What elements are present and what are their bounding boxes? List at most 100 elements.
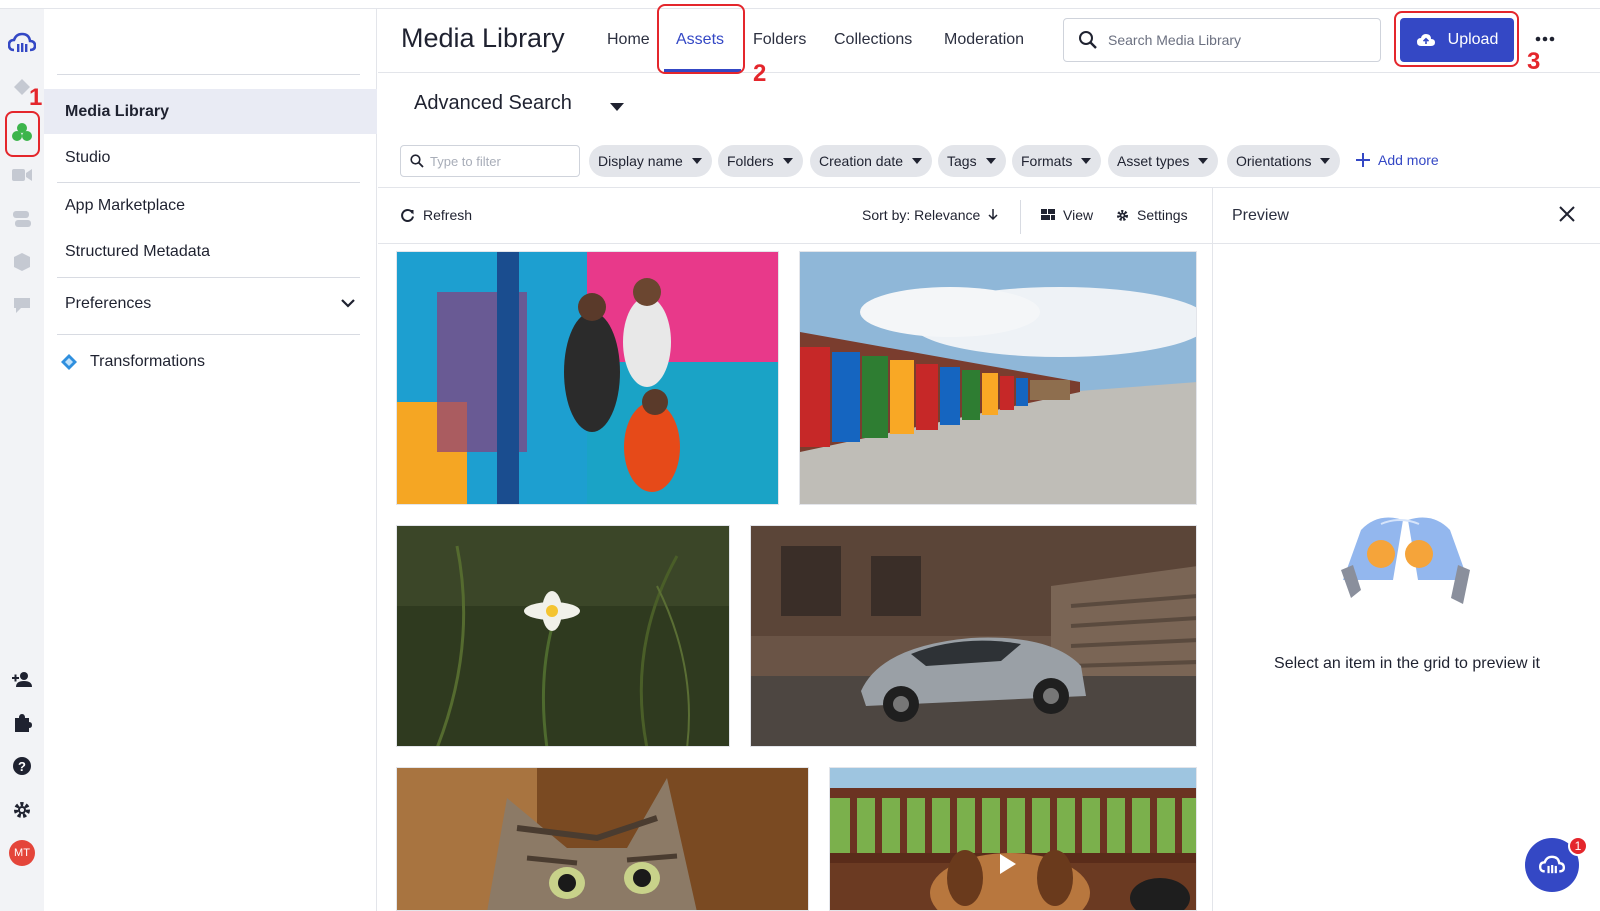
video-icon[interactable] bbox=[8, 161, 36, 189]
sidebar-item-label: Media Library bbox=[65, 102, 170, 120]
binoculars-illustration bbox=[1323, 510, 1488, 615]
caret-down-icon bbox=[1081, 158, 1092, 164]
gear-icon bbox=[1117, 209, 1128, 221]
sidebar-divider bbox=[57, 334, 360, 335]
settings-label: Settings bbox=[1137, 207, 1188, 223]
caret-down-icon bbox=[691, 158, 702, 164]
annotation-number-3: 3 bbox=[1527, 48, 1541, 75]
transformations-icon bbox=[60, 353, 78, 371]
filter-chip-creation-date[interactable]: Creation date bbox=[810, 145, 933, 177]
chat-icon[interactable] bbox=[8, 291, 36, 319]
tab-home[interactable]: Home bbox=[607, 31, 650, 49]
annotation-box-2 bbox=[657, 4, 745, 74]
asset-thumbnail-daisy[interactable] bbox=[396, 525, 730, 747]
search-icon bbox=[1078, 30, 1098, 50]
advanced-search-title[interactable]: Advanced Search bbox=[414, 92, 572, 115]
preview-empty-message: Select an item in the grid to preview it bbox=[1274, 655, 1540, 672]
filter-box bbox=[400, 145, 580, 177]
chip-label: Formats bbox=[1021, 153, 1073, 169]
tab-moderation[interactable]: Moderation bbox=[944, 31, 1024, 49]
annotation-number-1: 1 bbox=[29, 84, 43, 111]
caret-down-icon bbox=[985, 158, 996, 164]
tab-folders[interactable]: Folders bbox=[753, 31, 806, 49]
annotation-number-2: 2 bbox=[753, 60, 767, 87]
filter-chip-formats[interactable]: Formats bbox=[1012, 145, 1102, 177]
tab-collections[interactable]: Collections bbox=[834, 31, 912, 49]
cloudinary-logo-icon bbox=[1539, 855, 1565, 874]
search-icon bbox=[410, 154, 424, 168]
search-input[interactable] bbox=[1108, 32, 1368, 48]
sidebar-item-preferences[interactable]: Preferences bbox=[44, 281, 377, 326]
more-options-icon[interactable] bbox=[1533, 31, 1557, 47]
chip-label: Folders bbox=[727, 153, 774, 169]
sort-button[interactable]: Sort by: Relevance bbox=[862, 207, 998, 223]
notification-badge: 1 bbox=[1568, 836, 1588, 856]
play-icon[interactable] bbox=[998, 852, 1018, 876]
gear-icon[interactable] bbox=[8, 796, 36, 824]
cloudinary-logo-icon[interactable] bbox=[8, 29, 36, 57]
sidebar-item-label: Transformations bbox=[90, 352, 205, 370]
preview-panel: Preview Select an item in the grid to pr… bbox=[1212, 188, 1600, 911]
refresh-button[interactable]: Refresh bbox=[400, 207, 472, 223]
caret-down-icon bbox=[782, 158, 793, 164]
refresh-icon bbox=[401, 208, 414, 222]
sidebar-item-studio[interactable]: Studio bbox=[44, 135, 377, 180]
preview-title: Preview bbox=[1232, 207, 1289, 224]
annotation-box-1 bbox=[5, 111, 40, 157]
sidebar: Media Library Studio App Marketplace Str… bbox=[44, 9, 377, 911]
close-icon[interactable] bbox=[1559, 206, 1575, 227]
annotation-box-3 bbox=[1394, 11, 1519, 67]
avatar[interactable]: MT bbox=[8, 839, 36, 867]
filter-chip-display-name[interactable]: Display name bbox=[589, 145, 712, 177]
layers-icon[interactable] bbox=[8, 205, 36, 233]
asset-thumbnail-basketball[interactable] bbox=[396, 251, 779, 505]
sidebar-item-label: Structured Metadata bbox=[65, 242, 210, 260]
asset-thumbnail-kitten[interactable] bbox=[396, 767, 809, 911]
sidebar-item-label: Preferences bbox=[65, 294, 152, 312]
plus-icon bbox=[1356, 153, 1370, 167]
arrow-down-icon bbox=[988, 209, 998, 221]
search-box bbox=[1063, 18, 1381, 62]
caret-down-icon bbox=[1198, 158, 1209, 164]
sidebar-divider bbox=[57, 277, 360, 278]
page-title: Media Library bbox=[401, 23, 565, 53]
filter-chip-folders[interactable]: Folders bbox=[718, 145, 803, 177]
asset-thumbnail-beach-huts[interactable] bbox=[799, 251, 1197, 505]
filter-chip-asset-types[interactable]: Asset types bbox=[1108, 145, 1219, 177]
settings-button[interactable]: Settings bbox=[1116, 207, 1188, 223]
add-user-icon[interactable] bbox=[8, 665, 36, 693]
chip-label: Creation date bbox=[819, 153, 904, 169]
chip-label: Tags bbox=[947, 153, 977, 169]
chip-label: Display name bbox=[598, 153, 683, 169]
sidebar-item-label: App Marketplace bbox=[65, 196, 186, 214]
chip-label: Asset types bbox=[1117, 153, 1190, 169]
toolbar-separator bbox=[1020, 200, 1021, 234]
grid-view-icon bbox=[1041, 209, 1055, 220]
svg-text:?: ? bbox=[18, 759, 26, 774]
chevron-down-icon[interactable] bbox=[341, 295, 355, 313]
asset-thumbnail-sports-car[interactable] bbox=[750, 525, 1197, 747]
add-more-filters-button[interactable]: Add more bbox=[1356, 152, 1439, 168]
caret-down-icon bbox=[1320, 158, 1331, 164]
sidebar-item-transformations[interactable]: Transformations bbox=[44, 339, 377, 384]
asset-thumbnail-dog-video[interactable] bbox=[829, 767, 1197, 911]
puzzle-icon[interactable] bbox=[8, 709, 36, 737]
sidebar-item-label: Studio bbox=[65, 148, 111, 166]
sidebar-item-structured-metadata[interactable]: Structured Metadata bbox=[44, 229, 377, 274]
chip-label: Orientations bbox=[1236, 153, 1312, 169]
filter-input[interactable] bbox=[430, 153, 575, 169]
avatar-initials: MT bbox=[9, 840, 35, 866]
help-icon[interactable]: ? bbox=[8, 752, 36, 780]
sort-label: Sort by: Relevance bbox=[862, 207, 981, 223]
filter-chip-orientations[interactable]: Orientations bbox=[1227, 145, 1341, 177]
sidebar-item-app-marketplace[interactable]: App Marketplace bbox=[44, 183, 377, 228]
top-border bbox=[0, 0, 1600, 9]
caret-down-icon bbox=[912, 158, 923, 164]
sidebar-item-media-library[interactable]: Media Library bbox=[44, 89, 377, 134]
caret-down-icon[interactable] bbox=[610, 98, 624, 116]
cube-icon[interactable] bbox=[8, 248, 36, 276]
filter-chip-tags[interactable]: Tags bbox=[938, 145, 1006, 177]
sidebar-divider bbox=[57, 74, 360, 75]
grid-toolbar: Refresh Sort by: Relevance View Settings bbox=[378, 188, 1212, 244]
view-button[interactable]: View bbox=[1041, 207, 1093, 223]
